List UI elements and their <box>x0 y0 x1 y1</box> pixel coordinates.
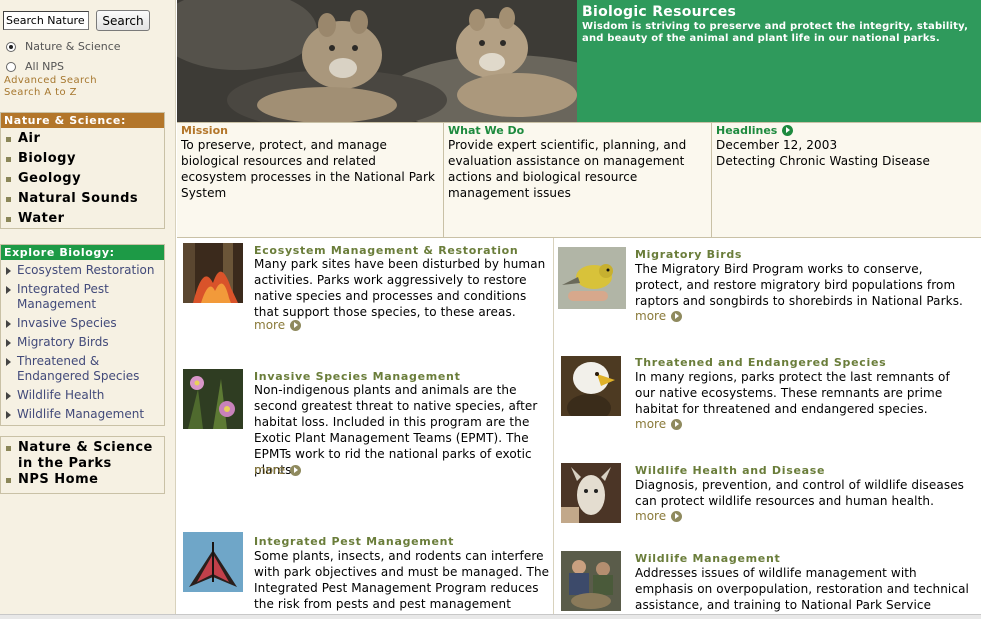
radio-nature-science-label: Nature & Science <box>25 40 121 53</box>
arrow-circle-icon[interactable] <box>671 418 683 430</box>
bird-thumbnail[interactable] <box>558 247 626 309</box>
mission-heading: Mission <box>181 124 228 137</box>
radio-nature-science[interactable] <box>6 41 16 52</box>
bullet-icon <box>6 446 11 451</box>
nav-natural-sounds[interactable]: Natural Sounds <box>1 189 164 209</box>
explore-biology-box: Explore Biology: Ecosystem Restoration I… <box>0 244 165 426</box>
nav-nature-science-in-parks[interactable]: Nature & Science in the Parks <box>1 440 164 472</box>
bio-nav-integrated-pest-management[interactable]: Integrated Pest Management <box>1 282 164 312</box>
mission-text: To preserve, protect, and manage biologi… <box>181 138 436 200</box>
nature-science-heading: Nature & Science: <box>1 113 164 128</box>
mountain-lion-image <box>177 0 577 122</box>
scope-all-nps-radio-row[interactable]: All NPS <box>6 60 64 73</box>
flowers-image <box>183 369 243 429</box>
nav-geology[interactable]: Geology <box>1 169 164 189</box>
bullet-icon <box>6 137 11 142</box>
arrow-circle-icon[interactable] <box>290 319 302 331</box>
info-row: Mission To preserve, protect, and manage… <box>177 122 981 238</box>
bio-nav-threatened-endangered[interactable]: Threatened & Endangered Species <box>1 354 164 384</box>
more-link-ecosystem[interactable]: more <box>254 318 302 332</box>
radio-all-nps[interactable] <box>6 61 16 72</box>
item-text-ipm: Some plants, insects, and rodents can in… <box>254 549 550 619</box>
page-title: Biologic Resources <box>582 4 737 20</box>
flowers-thumbnail[interactable] <box>183 369 243 429</box>
item-title-wildlife-management[interactable]: Wildlife Management <box>635 552 780 565</box>
column-divider <box>553 238 554 619</box>
moth-thumbnail[interactable] <box>183 532 243 592</box>
bullet-icon <box>6 157 11 162</box>
item-text-wildlife-health: Diagnosis, prevention, and control of wi… <box>635 478 965 508</box>
item-title-migratory[interactable]: Migratory Birds <box>635 248 742 261</box>
arrow-right-icon <box>6 320 11 328</box>
arrow-circle-icon[interactable] <box>671 310 683 322</box>
search-input[interactable] <box>3 11 89 30</box>
headline-date: December 12, 2003 <box>716 138 838 152</box>
bullet-icon <box>6 197 11 202</box>
sidebar: Search Nature & Science All NPS Advanced… <box>0 0 176 619</box>
arrow-right-icon <box>6 339 11 347</box>
more-link-threatened[interactable]: more <box>635 417 683 431</box>
what-we-do-text: Provide expert scientific, planning, and… <box>448 138 687 200</box>
item-text-threatened: In many regions, parks protect the last … <box>635 370 950 416</box>
arrow-right-icon <box>6 267 11 275</box>
arrow-circle-icon[interactable] <box>782 125 794 136</box>
bullet-icon <box>6 217 11 222</box>
bio-nav-wildlife-management[interactable]: Wildlife Management <box>1 407 164 422</box>
arrow-right-icon <box>6 411 11 419</box>
goat-image <box>561 463 621 523</box>
search-row: Search <box>3 10 150 31</box>
item-title-threatened[interactable]: Threatened and Endangered Species <box>635 356 886 369</box>
item-title-ipm[interactable]: Integrated Pest Management <box>254 535 454 548</box>
banner-mountain-lion-photo <box>177 0 577 122</box>
nature-science-box: Nature & Science: Air Biology Geology Na… <box>0 112 165 229</box>
headlines-heading[interactable]: Headlines <box>716 124 977 137</box>
eagle-thumbnail[interactable] <box>561 356 621 422</box>
nav-air[interactable]: Air <box>1 129 164 149</box>
bottom-links-box: Nature & Science in the Parks NPS Home <box>0 436 165 494</box>
explore-biology-heading: Explore Biology: <box>1 245 164 260</box>
nav-nps-home[interactable]: NPS Home <box>1 472 164 490</box>
fire-thumbnail[interactable] <box>183 243 243 303</box>
moth-image <box>183 532 243 592</box>
banner-title-panel: Biologic Resources Wisdom is striving to… <box>577 0 981 122</box>
bio-nav-invasive-species[interactable]: Invasive Species <box>1 316 164 331</box>
arrow-right-icon <box>6 358 11 366</box>
headlines-panel: Headlines December 12, 2003 Detecting Ch… <box>712 123 981 237</box>
eagle-image <box>561 356 621 422</box>
advanced-search-link[interactable]: Advanced Search <box>4 75 97 86</box>
bio-nav-migratory-birds[interactable]: Migratory Birds <box>1 335 164 350</box>
bullet-icon <box>6 177 11 182</box>
researchers-thumbnail[interactable] <box>561 551 621 611</box>
headline-link[interactable]: Detecting Chronic Wasting Disease <box>716 153 977 169</box>
bio-nav-wildlife-health[interactable]: Wildlife Health <box>1 388 164 403</box>
arrow-right-icon <box>6 286 11 294</box>
item-text-migratory: The Migratory Bird Program works to cons… <box>635 262 963 308</box>
bullet-icon <box>6 478 11 483</box>
scope-nature-radio-row[interactable]: Nature & Science <box>6 40 121 53</box>
page-subtitle: Wisdom is striving to preserve and prote… <box>582 21 969 44</box>
item-title-wildlife-health[interactable]: Wildlife Health and Disease <box>635 464 825 477</box>
item-text-wildlife-management: Addresses issues of wildlife management … <box>635 566 969 619</box>
search-a-to-z-link[interactable]: Search A to Z <box>4 87 77 98</box>
item-text-ecosystem: Many park sites have been disturbed by h… <box>254 257 546 319</box>
researchers-image <box>561 551 621 611</box>
more-link-wildlife-health[interactable]: more <box>635 509 683 523</box>
nav-water[interactable]: Water <box>1 209 164 229</box>
what-we-do-heading: What We Do <box>448 124 525 137</box>
arrow-circle-icon[interactable] <box>290 464 302 476</box>
bio-nav-ecosystem-restoration[interactable]: Ecosystem Restoration <box>1 263 164 278</box>
radio-all-nps-label: All NPS <box>25 60 64 73</box>
fire-image <box>183 243 243 303</box>
warbler-image <box>558 247 626 309</box>
what-we-do-panel: What We Do Provide expert scientific, pl… <box>444 123 712 237</box>
arrow-right-icon <box>6 392 11 400</box>
nav-biology[interactable]: Biology <box>1 149 164 169</box>
goat-thumbnail[interactable] <box>561 463 621 523</box>
bottom-edge <box>0 614 981 619</box>
more-link-migratory[interactable]: more <box>635 309 683 323</box>
search-button[interactable]: Search <box>96 10 150 31</box>
mission-panel: Mission To preserve, protect, and manage… <box>177 123 444 237</box>
arrow-circle-icon[interactable] <box>671 510 683 522</box>
more-link-invasive[interactable]: more <box>254 463 302 477</box>
